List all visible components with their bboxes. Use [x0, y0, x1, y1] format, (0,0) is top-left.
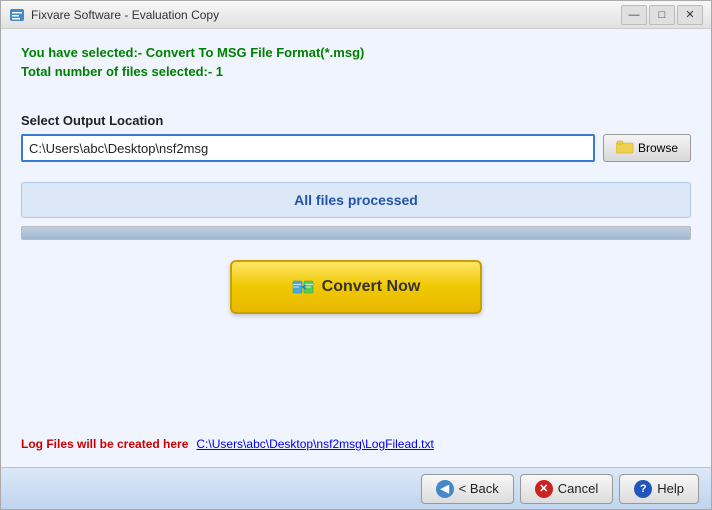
back-icon: ◀ [436, 480, 454, 498]
bottom-bar: ◀ < Back ✕ Cancel ? Help [1, 467, 711, 509]
convert-label: Convert Now [322, 278, 421, 296]
convert-section: Convert Now [21, 260, 691, 314]
output-path-input[interactable] [21, 134, 595, 162]
cancel-label: Cancel [558, 481, 598, 496]
help-button[interactable]: ? Help [619, 474, 699, 504]
selected-format-info: You have selected:- Convert To MSG File … [21, 45, 691, 60]
output-section: Select Output Location Browse [21, 113, 691, 162]
main-window: Fixvare Software - Evaluation Copy — □ ✕… [0, 0, 712, 510]
maximize-button[interactable]: □ [649, 5, 675, 25]
browse-label: Browse [638, 141, 678, 155]
progress-bar [21, 226, 691, 240]
help-label: Help [657, 481, 684, 496]
cancel-icon: ✕ [535, 480, 553, 498]
output-row: Browse [21, 134, 691, 162]
file-count-info: Total number of files selected:- 1 [21, 64, 691, 79]
main-content: You have selected:- Convert To MSG File … [1, 29, 711, 467]
log-section: Log Files will be created here C:\Users\… [21, 437, 691, 451]
back-button[interactable]: ◀ < Back [421, 474, 514, 504]
log-link[interactable]: C:\Users\abc\Desktop\nsf2msg\LogFilead.t… [196, 437, 433, 451]
convert-now-button[interactable]: Convert Now [230, 260, 483, 314]
status-text: All files processed [294, 192, 418, 208]
progress-bar-fill [22, 227, 690, 239]
app-icon [9, 7, 25, 23]
folder-icon [616, 140, 634, 157]
log-label: Log Files will be created here [21, 437, 188, 451]
minimize-button[interactable]: — [621, 5, 647, 25]
help-icon: ? [634, 480, 652, 498]
window-controls: — □ ✕ [621, 5, 703, 25]
info-section: You have selected:- Convert To MSG File … [21, 45, 691, 83]
cancel-button[interactable]: ✕ Cancel [520, 474, 613, 504]
close-button[interactable]: ✕ [677, 5, 703, 25]
window-title: Fixvare Software - Evaluation Copy [31, 8, 621, 22]
browse-button[interactable]: Browse [603, 134, 691, 162]
convert-icon [292, 276, 314, 298]
back-label: < Back [459, 481, 499, 496]
status-bar: All files processed [21, 182, 691, 218]
title-bar: Fixvare Software - Evaluation Copy — □ ✕ [1, 1, 711, 29]
output-label: Select Output Location [21, 113, 691, 128]
